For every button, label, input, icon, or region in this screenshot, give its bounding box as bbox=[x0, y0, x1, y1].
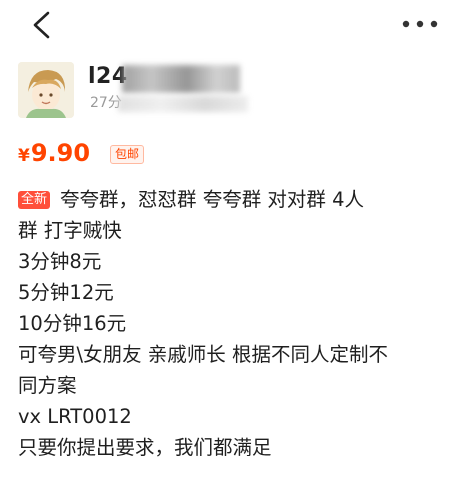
description-text: 夸夸群，怼怼群 夸夸群 对对群 4人 bbox=[60, 188, 365, 211]
redacted-name-blur bbox=[122, 65, 240, 93]
seller-row[interactable]: l24 27分 bbox=[18, 62, 444, 136]
top-nav bbox=[18, 0, 444, 48]
listing-description: 全新 夸夸群，怼怼群 夸夸群 对对群 4人 群 打字贼快 3分钟8元 5分钟12元… bbox=[18, 184, 446, 463]
description-line: 可夸男\女朋友 亲戚师长 根据不同人定制不 bbox=[18, 343, 388, 366]
listing-screen: l24 27分 ¥9.90 包邮 全新 夸夸群，怼怼群 夸夸群 对对群 4人 群 … bbox=[0, 0, 462, 500]
description-line: 群 打字贼快 bbox=[18, 219, 122, 242]
price-row: ¥9.90 包邮 bbox=[18, 138, 444, 172]
price: ¥9.90 bbox=[18, 138, 90, 171]
description-line: 3分钟8元 bbox=[18, 250, 102, 273]
chevron-left-icon[interactable] bbox=[28, 10, 54, 40]
new-condition-badge: 全新 bbox=[18, 191, 51, 209]
description-line: 全新 夸夸群，怼怼群 夸夸群 对对群 4人 bbox=[18, 184, 446, 215]
more-dots-icon[interactable] bbox=[398, 14, 442, 34]
currency-symbol: ¥ bbox=[18, 146, 30, 166]
description-line: 只要你提出要求，我们都满足 bbox=[18, 436, 272, 459]
description-line: vx LRT0012 bbox=[18, 405, 132, 428]
description-line: 10分钟16元 bbox=[18, 312, 127, 335]
avatar[interactable] bbox=[18, 62, 74, 118]
free-shipping-badge: 包邮 bbox=[110, 145, 145, 164]
price-amount: 9.90 bbox=[30, 139, 91, 167]
redacted-info-blur bbox=[118, 96, 248, 112]
description-line: 5分钟12元 bbox=[18, 281, 114, 304]
description-line: 同方案 bbox=[18, 374, 77, 397]
